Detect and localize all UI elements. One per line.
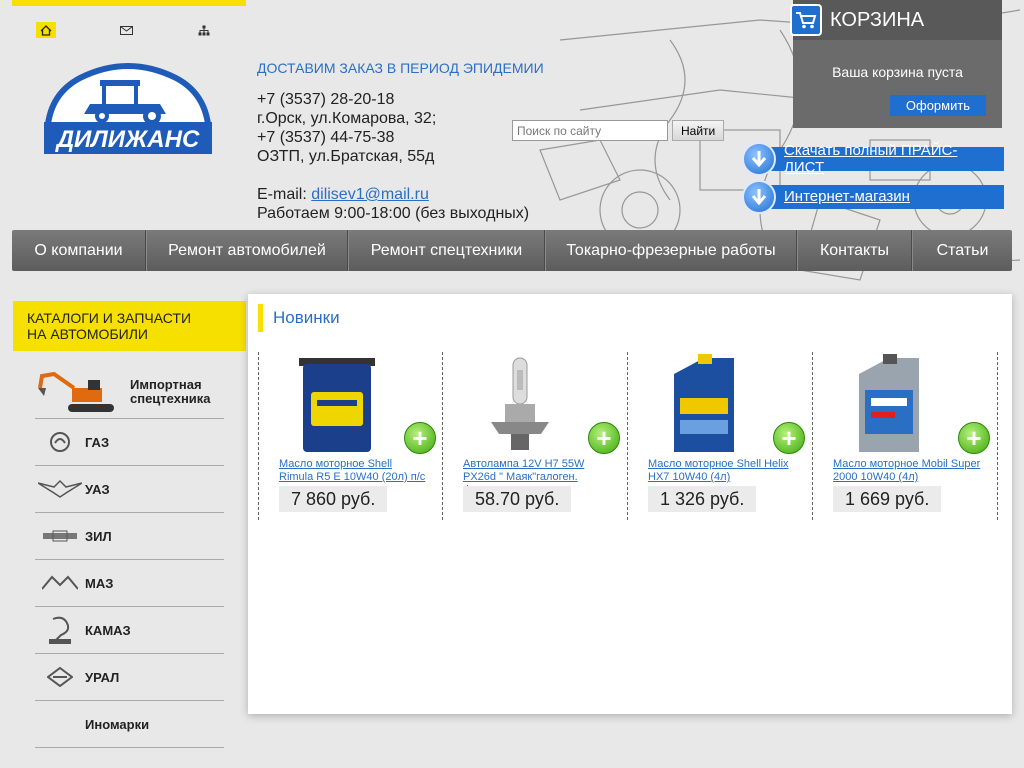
sidebar-item-kamaz[interactable]: КАМАЗ [35, 607, 224, 654]
oil-can-icon[interactable] [831, 354, 951, 454]
sidebar-item-gaz[interactable]: ГАЗ [35, 419, 224, 466]
site-logo[interactable]: ДИЛИЖАНС [40, 58, 216, 158]
contact-block: +7 (3537) 28-20-18 г.Орск, ул.Комарова, … [257, 90, 529, 223]
product-grid: + Масло моторное Shell Rimula R5 E 10W40… [258, 352, 998, 520]
sidebar-item-uaz[interactable]: УАЗ [35, 466, 224, 513]
uaz-logo-icon [35, 474, 85, 504]
shopping-cart-icon[interactable] [790, 4, 822, 36]
sitemap-icon[interactable] [194, 22, 214, 38]
section-title: Новинки [258, 304, 340, 332]
add-to-cart-button[interactable]: + [404, 422, 436, 454]
product-price: 1 326 руб. [648, 486, 757, 512]
sidebar-item-import-special[interactable]: Импортная спецтехника [35, 366, 224, 419]
checkout-button[interactable]: Оформить [890, 95, 986, 116]
main-content: Новинки + Масло моторное Shell Rimula R5… [248, 294, 1012, 714]
sidebar-item-ural[interactable]: УРАЛ [35, 654, 224, 701]
maz-logo-icon [35, 568, 85, 598]
sidebar-item-label: Импортная спецтехника [130, 377, 211, 406]
sidebar-item-maz[interactable]: МАЗ [35, 560, 224, 607]
product-price: 1 669 руб. [833, 486, 942, 512]
product-price: 7 860 руб. [279, 486, 388, 512]
search-input[interactable] [512, 120, 668, 141]
cart-title: КОРЗИНА [830, 8, 925, 31]
nav-item-articles[interactable]: Статьи [912, 230, 1012, 271]
search-form: Найти [512, 120, 725, 141]
product-name[interactable]: Масло моторное Mobil Super 2000 10W40 (4… [833, 458, 983, 484]
sidebar-item-foreign[interactable]: Иномарки [35, 701, 224, 748]
nav-item-contacts[interactable]: Контакты [797, 230, 912, 271]
phone-1: +7 (3537) 28-20-18 [257, 91, 395, 108]
phone-2: +7 (3537) 44-75-38 [257, 129, 395, 146]
shop-link[interactable]: Интернет-магазин [742, 179, 1004, 214]
email-label: E-mail: [257, 186, 312, 203]
mail-icon[interactable] [116, 22, 136, 38]
home-icon[interactable] [36, 22, 56, 38]
address-1: г.Орск, ул.Комарова, 32; [257, 110, 437, 127]
top-icon-bar [36, 22, 226, 38]
price-list-label[interactable]: Скачать полный ПРАЙС-ЛИСТ [784, 142, 996, 176]
nav-item-car-repair[interactable]: Ремонт автомобилей [146, 230, 348, 271]
cart-panel: КОРЗИНА Ваша корзина пуста Оформить [790, 0, 1002, 128]
oil-bucket-icon[interactable] [277, 354, 397, 454]
ural-logo-icon [35, 662, 85, 692]
excavator-icon [35, 370, 130, 414]
add-to-cart-button[interactable]: + [588, 422, 620, 454]
address-2: ОЗТП, ул.Братская, 55д [257, 148, 435, 165]
shop-label[interactable]: Интернет-магазин [784, 188, 910, 205]
nav-item-special-repair[interactable]: Ремонт спецтехники [348, 230, 545, 271]
svg-text:ДИЛИЖАНС: ДИЛИЖАНС [55, 126, 200, 153]
email-link[interactable]: dilisev1@mail.ru [311, 186, 429, 203]
nav-item-milling[interactable]: Токарно-фрезерные работы [545, 230, 797, 271]
nav-item-about[interactable]: О компании [12, 230, 146, 271]
work-hours: Работаем 9:00-18:00 (без выходных) [257, 205, 530, 222]
add-to-cart-button[interactable]: + [958, 422, 990, 454]
kamaz-logo-icon [35, 615, 85, 645]
download-arrow-icon [742, 141, 776, 176]
gaz-logo-icon [35, 427, 85, 457]
zil-logo-icon [35, 521, 85, 551]
top-accent-bar [12, 0, 246, 6]
add-to-cart-button[interactable]: + [773, 422, 805, 454]
sidebar-title: КАТАЛОГИ И ЗАПЧАСТИ НА АВТОМОБИЛИ [13, 301, 246, 351]
cart-header: КОРЗИНА [790, 0, 1002, 40]
product-card: + Масло моторное Mobil Super 2000 10W40 … [813, 352, 998, 520]
bulb-icon[interactable] [461, 354, 581, 454]
download-arrow-icon [742, 179, 776, 214]
oil-can-icon[interactable] [646, 354, 766, 454]
product-name[interactable]: Масло моторное Shell Helix HX7 10W40 (4л… [648, 458, 798, 484]
sidebar-catalog: Импортная спецтехника ГАЗ УАЗ ЗИЛ МАЗ КАМ… [35, 366, 224, 748]
product-card: + Масло моторное Shell Rimula R5 E 10W40… [258, 352, 443, 520]
search-button[interactable]: Найти [672, 120, 725, 141]
price-list-link[interactable]: Скачать полный ПРАЙС-ЛИСТ [742, 141, 1004, 176]
product-name[interactable]: Масло моторное Shell Rimula R5 E 10W40 (… [279, 458, 429, 484]
promo-text[interactable]: ДОСТАВИМ ЗАКАЗ В ПЕРИОД ЭПИДЕМИИ [257, 60, 547, 76]
main-nav: О компании Ремонт автомобилей Ремонт спе… [12, 230, 1012, 271]
product-price: 58.70 руб. [463, 486, 572, 512]
product-card: + Масло моторное Shell Helix HX7 10W40 (… [628, 352, 813, 520]
cart-empty-text: Ваша корзина пуста [832, 64, 963, 80]
sidebar-item-zil[interactable]: ЗИЛ [35, 513, 224, 560]
product-card: + Автолампа 12V H7 55W PX26d " Маяк"гало… [443, 352, 628, 520]
